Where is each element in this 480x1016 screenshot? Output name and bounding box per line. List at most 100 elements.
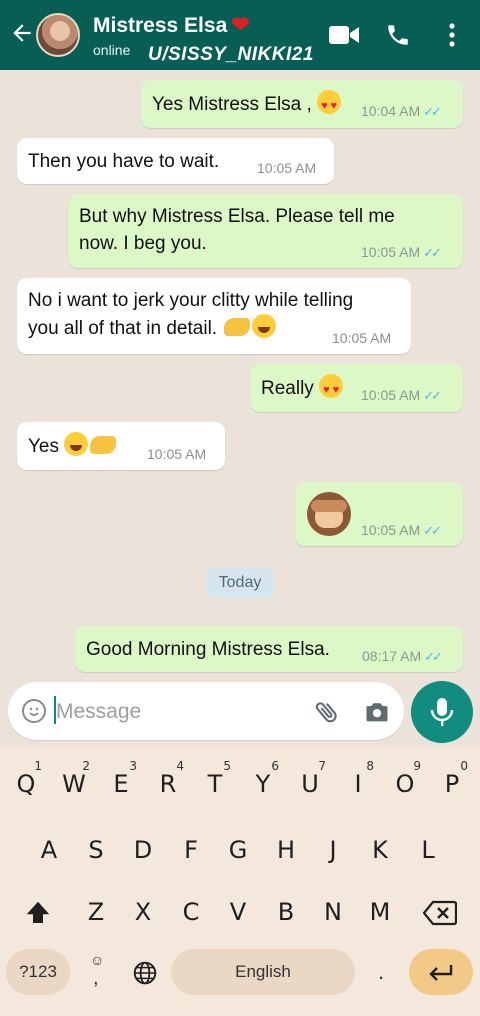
key-c[interactable]: C xyxy=(169,886,213,938)
key-s[interactable]: S xyxy=(74,824,118,876)
key-label: P xyxy=(444,770,460,798)
message-bubble[interactable]: Yes 10:05 AM xyxy=(17,422,225,470)
key-r[interactable]: R4 xyxy=(146,758,190,810)
see-no-evil-monkey-emoji xyxy=(307,492,351,536)
heart-emoji: ❤ xyxy=(231,12,250,37)
symbols-key[interactable]: ?123 xyxy=(6,949,70,995)
key-q[interactable]: Q1 xyxy=(4,758,48,810)
chat-thread[interactable]: Yes Mistress Elsa , 10:04 AM✓✓ Then you … xyxy=(0,70,480,680)
message-box[interactable] xyxy=(8,682,404,740)
key-hint: 4 xyxy=(176,759,184,773)
key-u[interactable]: U7 xyxy=(288,758,332,810)
key-label: Y xyxy=(255,770,271,798)
key-d[interactable]: D xyxy=(121,824,165,876)
laughing-emoji xyxy=(252,314,277,338)
key-z[interactable]: Z xyxy=(74,886,118,938)
message-text: Then you have to wait. xyxy=(28,151,220,172)
emoji-comma-key[interactable]: ☺ , xyxy=(80,949,114,995)
emoji-icon[interactable] xyxy=(22,699,46,723)
soft-keyboard: Q1 W2 E3 R4 T5 Y6 U7 I8 O9 P0 A S D F G … xyxy=(0,748,480,1016)
video-call-icon[interactable] xyxy=(328,22,360,48)
message-text-content: Yes Mistress Elsa , xyxy=(152,94,312,115)
avatar[interactable] xyxy=(36,13,80,57)
key-label: R xyxy=(159,770,177,798)
key-hint: 3 xyxy=(129,759,137,773)
key-p[interactable]: P0 xyxy=(430,758,474,810)
key-hint: 9 xyxy=(413,759,421,773)
contact-name[interactable]: Mistress Elsa ❤ xyxy=(93,12,250,38)
attach-icon[interactable] xyxy=(313,698,341,726)
key-e[interactable]: E3 xyxy=(99,758,143,810)
message-text: Good Morning Mistress Elsa. xyxy=(86,639,330,660)
key-label: O xyxy=(395,770,415,798)
key-g[interactable]: G xyxy=(216,824,260,876)
camera-icon[interactable] xyxy=(363,698,391,726)
period-key[interactable]: . xyxy=(364,949,398,995)
message-text: Yes Mistress Elsa , xyxy=(152,90,342,120)
text-caret xyxy=(54,696,56,724)
message-bubble[interactable]: Yes Mistress Elsa , 10:04 AM✓✓ xyxy=(141,80,463,128)
message-time: 10:05 AM xyxy=(332,330,392,346)
key-i[interactable]: I8 xyxy=(336,758,380,810)
laughing-emoji xyxy=(64,432,89,456)
time-text: 10:05 AM xyxy=(361,522,421,538)
key-hint: 2 xyxy=(82,759,90,773)
shift-key[interactable] xyxy=(16,886,60,938)
key-f[interactable]: F xyxy=(169,824,213,876)
heart-eyes-emoji xyxy=(317,90,342,120)
key-label: E xyxy=(113,770,129,798)
time-text: 10:05 AM xyxy=(361,244,421,260)
key-l[interactable]: L xyxy=(406,824,450,876)
key-o[interactable]: O9 xyxy=(383,758,427,810)
backspace-key[interactable] xyxy=(418,886,462,938)
back-arrow-icon[interactable] xyxy=(8,20,36,50)
message-bubble[interactable]: Really 10:05 AM✓✓ xyxy=(250,364,463,412)
key-hint: 8 xyxy=(366,759,374,773)
message-bubble[interactable]: Then you have to wait. 10:05 AM xyxy=(17,138,334,184)
message-time: 10:05 AM xyxy=(257,160,317,176)
more-options-icon[interactable] xyxy=(446,22,458,48)
mic-button[interactable] xyxy=(411,681,473,743)
read-receipt-icon: ✓✓ xyxy=(424,649,443,664)
message-time: 10:05 AM ✓✓ xyxy=(361,244,442,261)
chat-header: Mistress Elsa ❤ online U/SISSY_NIKKI21 xyxy=(0,0,480,70)
key-m[interactable]: M xyxy=(358,886,402,938)
overlay-watermark: U/SISSY_NIKKI21 xyxy=(148,44,314,65)
message-text: But why Mistress Elsa. Please tell me no… xyxy=(79,203,395,257)
key-x[interactable]: X xyxy=(121,886,165,938)
message-text: No i want to jerk your clitty while tell… xyxy=(28,287,353,342)
key-a[interactable]: A xyxy=(27,824,71,876)
phone-icon[interactable] xyxy=(385,22,411,48)
space-key[interactable]: English xyxy=(171,949,355,995)
read-receipt-icon: ✓✓ xyxy=(423,245,442,260)
key-t[interactable]: T5 xyxy=(193,758,237,810)
heart-eyes-emoji xyxy=(319,374,344,404)
contact-name-text: Mistress Elsa xyxy=(93,14,228,37)
time-text: 08:17 AM xyxy=(362,648,422,664)
key-w[interactable]: W2 xyxy=(52,758,96,810)
message-bubble[interactable]: Good Morning Mistress Elsa. 08:17 AM ✓✓ xyxy=(75,626,463,672)
key-hint: 0 xyxy=(460,759,468,773)
key-hint: 7 xyxy=(318,759,326,773)
key-b[interactable]: B xyxy=(264,886,308,938)
message-bubble[interactable]: But why Mistress Elsa. Please tell me no… xyxy=(68,194,463,268)
key-k[interactable]: K xyxy=(358,824,402,876)
time-text: 10:05 AM xyxy=(361,387,421,403)
language-globe-icon[interactable] xyxy=(124,949,166,995)
message-time: 10:05 AM ✓✓ xyxy=(361,387,442,404)
key-label: W xyxy=(62,770,86,798)
message-time: 10:04 AM ✓✓ xyxy=(361,103,442,120)
enter-key[interactable] xyxy=(409,949,473,995)
shift-icon xyxy=(26,901,50,923)
pinching-hand-emoji xyxy=(90,436,117,454)
time-text: 10:04 AM xyxy=(361,103,421,119)
key-h[interactable]: H xyxy=(264,824,308,876)
key-y[interactable]: Y6 xyxy=(241,758,285,810)
key-v[interactable]: V xyxy=(216,886,260,938)
message-bubble[interactable]: 10:05 AM ✓✓ xyxy=(295,482,463,546)
key-j[interactable]: J xyxy=(311,824,355,876)
message-time: 10:05 AM xyxy=(147,446,207,462)
message-bubble[interactable]: No i want to jerk your clitty while tell… xyxy=(17,278,411,354)
key-n[interactable]: N xyxy=(311,886,355,938)
message-input[interactable] xyxy=(54,695,288,729)
